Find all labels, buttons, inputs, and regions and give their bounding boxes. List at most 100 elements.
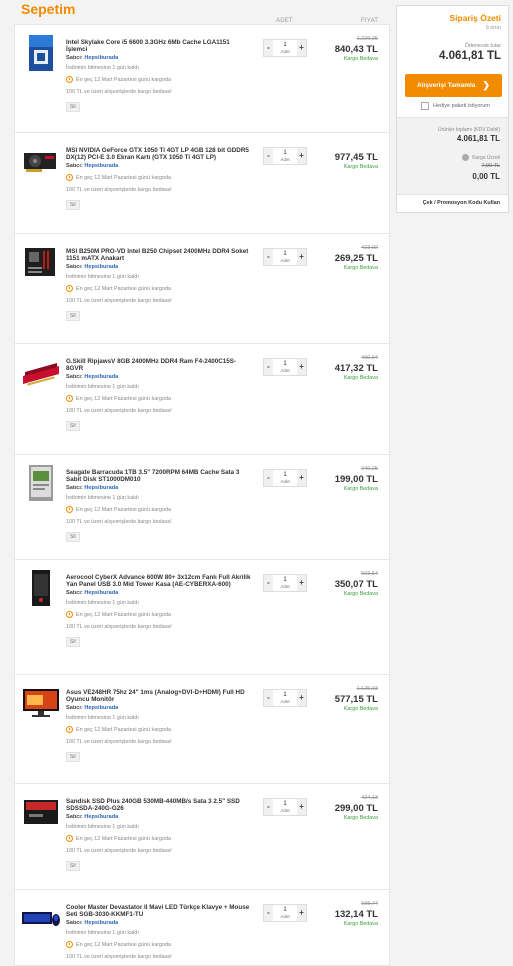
shipping-date: En geç 12 Mart Pazartesi günü kargoda bbox=[66, 941, 252, 949]
delete-button[interactable]: Sil bbox=[66, 752, 80, 763]
clock-icon bbox=[66, 506, 73, 514]
seller-name[interactable]: Hepsiburada bbox=[84, 590, 118, 596]
delete-button[interactable]: Sil bbox=[66, 311, 80, 322]
decrease-quantity-button[interactable]: - bbox=[264, 690, 273, 706]
shipping-date: En geç 12 Mart Pazartesi günü kargoda bbox=[66, 726, 252, 734]
product-name[interactable]: G.Skill RipjawsV 8GB 2400MHz DDR4 Ram F4… bbox=[66, 358, 252, 372]
decrease-quantity-button[interactable]: - bbox=[264, 575, 273, 591]
delete-button[interactable]: Sil bbox=[66, 421, 80, 432]
seller-name[interactable]: Hepsiburada bbox=[84, 374, 118, 380]
seller-name[interactable]: Hepsiburada bbox=[84, 163, 118, 169]
decrease-quantity-button[interactable]: - bbox=[264, 40, 273, 56]
shipping-fee-label-row: Kargo Ücreti bbox=[462, 154, 500, 161]
current-price: 417,32 TL bbox=[334, 363, 378, 374]
price-block: 1.229,25 840,43 TL Kargo Bedava bbox=[335, 36, 378, 62]
increase-quantity-button[interactable]: + bbox=[297, 148, 306, 164]
increase-quantity-button[interactable]: + bbox=[297, 799, 306, 815]
delete-button[interactable]: Sil bbox=[66, 861, 80, 872]
product-name[interactable]: MSI NVIDIA GeForce GTX 1050 Ti 4GT LP 4G… bbox=[66, 147, 252, 161]
ram-stick-icon[interactable] bbox=[21, 352, 61, 392]
seller-label: Satıcı: bbox=[66, 163, 83, 170]
clock-icon bbox=[66, 835, 73, 843]
quantity-value[interactable]: 1 Adet bbox=[273, 40, 297, 56]
quantity-value[interactable]: 1 Adet bbox=[273, 799, 297, 815]
decrease-quantity-button[interactable]: - bbox=[264, 249, 273, 265]
quantity-number: 1 bbox=[283, 692, 287, 698]
motherboard-icon[interactable] bbox=[21, 242, 61, 282]
quantity-number: 1 bbox=[283, 251, 287, 257]
increase-quantity-button[interactable]: + bbox=[297, 470, 306, 486]
quantity-stepper: -1 Adet + bbox=[263, 358, 307, 376]
product-name[interactable]: Intel Skylake Core i5 6600 3.3GHz 6Mb Ca… bbox=[66, 39, 252, 53]
seller-info: Satıcı: Hepsiburada bbox=[66, 590, 252, 596]
seller-info: Satıcı: Hepsiburada bbox=[66, 814, 252, 820]
increase-quantity-button[interactable]: + bbox=[297, 905, 306, 921]
info-icon[interactable] bbox=[462, 154, 470, 161]
old-price: 1.229,25 bbox=[356, 36, 378, 42]
shipping-date-text: En geç 12 Mart Pazartesi günü kargoda bbox=[76, 835, 171, 842]
seller-info: Satıcı: Hepsiburada bbox=[66, 264, 252, 270]
free-shipping-label: Kargo Bedava bbox=[343, 486, 378, 492]
decrease-quantity-button[interactable]: - bbox=[264, 359, 273, 375]
pc-case-icon[interactable] bbox=[21, 568, 61, 608]
quantity-stepper: -1 Adet + bbox=[263, 469, 307, 487]
quantity-stepper: -1 Adet + bbox=[263, 574, 307, 592]
cpu-box-icon[interactable] bbox=[21, 33, 61, 73]
delete-button[interactable]: Sil bbox=[66, 102, 80, 113]
delete-button[interactable]: Sil bbox=[66, 200, 80, 211]
discount-ending-text: İndirimin bitmesine 1 gün kaldı bbox=[66, 495, 139, 502]
increase-quantity-button[interactable]: + bbox=[297, 40, 306, 56]
product-name[interactable]: Aerocool CyberX Advance 600W 80+ 3x12cm … bbox=[66, 574, 252, 588]
seller-label: Satıcı: bbox=[66, 590, 83, 597]
seller-name[interactable]: Hepsiburada bbox=[84, 705, 118, 711]
quantity-value[interactable]: 1 Adet bbox=[273, 148, 297, 164]
seller-label: Satıcı: bbox=[66, 264, 83, 271]
graphics-card-icon[interactable] bbox=[21, 141, 61, 181]
seller-name[interactable]: Hepsiburada bbox=[84, 264, 118, 270]
quantity-value[interactable]: 1 Adet bbox=[273, 470, 297, 486]
seller-name[interactable]: Hepsiburada bbox=[84, 920, 118, 926]
product-name[interactable]: Cooler Master Devastator II Mavi LED Tür… bbox=[66, 904, 252, 918]
product-name[interactable]: MSI B250M PRO-VD Intel B250 Chipset 2400… bbox=[66, 248, 252, 262]
product-name[interactable]: Sandisk SSD Plus 240GB 530MB-440MB/s Sat… bbox=[66, 798, 252, 812]
seller-name[interactable]: Hepsiburada bbox=[84, 814, 118, 820]
current-price: 350,07 TL bbox=[334, 579, 378, 590]
shipping-date: En geç 12 Mart Pazartesi günü kargoda bbox=[66, 76, 252, 84]
delete-button[interactable]: Sil bbox=[66, 637, 80, 648]
shipping-date-text: En geç 12 Mart Pazartesi günü kargoda bbox=[76, 395, 171, 402]
quantity-value[interactable]: 1 Adet bbox=[273, 249, 297, 265]
old-price: 490,94 bbox=[361, 355, 378, 361]
decrease-quantity-button[interactable]: - bbox=[264, 470, 273, 486]
increase-quantity-button[interactable]: + bbox=[297, 690, 306, 706]
price-block: 423,02 269,25 TL Kargo Bedava bbox=[335, 245, 378, 271]
increase-quantity-button[interactable]: + bbox=[297, 249, 306, 265]
gift-wrap-option[interactable]: Hediye paketi istiyorum bbox=[421, 102, 490, 110]
shipping-date-text: En geç 12 Mart Pazartesi günü kargoda bbox=[76, 76, 171, 83]
quantity-value[interactable]: 1 Adet bbox=[273, 359, 297, 375]
monitor-icon[interactable] bbox=[21, 683, 61, 723]
gift-wrap-checkbox[interactable] bbox=[421, 102, 429, 110]
decrease-quantity-button[interactable]: - bbox=[264, 905, 273, 921]
seller-name[interactable]: Hepsiburada bbox=[84, 55, 118, 61]
hard-disk-icon[interactable] bbox=[21, 463, 61, 503]
product-name[interactable]: Seagate Barracuda 1TB 3.5" 7200RPM 64MB … bbox=[66, 469, 252, 483]
shipping-date-text: En geç 12 Mart Pazartesi günü kargoda bbox=[76, 285, 171, 292]
seller-name[interactable]: Hepsiburada bbox=[84, 485, 118, 491]
keyboard-mouse-icon[interactable] bbox=[21, 898, 61, 938]
product-name[interactable]: Asus VE248HR 75hz 24" 1ms (Analog+DVI-D+… bbox=[66, 689, 252, 703]
complete-purchase-button[interactable]: Alışverişi Tamamla ❯ bbox=[405, 74, 502, 97]
quantity-value[interactable]: 1 Adet bbox=[273, 690, 297, 706]
quantity-number: 1 bbox=[283, 577, 287, 583]
quantity-number: 1 bbox=[283, 361, 287, 367]
quantity-value[interactable]: 1 Adet bbox=[273, 905, 297, 921]
promo-code-link[interactable]: Çek / Promosyon Kodu Kullan bbox=[423, 200, 500, 206]
cart-item: G.Skill RipjawsV 8GB 2400MHz DDR4 Ram F4… bbox=[15, 344, 389, 455]
increase-quantity-button[interactable]: + bbox=[297, 359, 306, 375]
delete-button[interactable]: Sil bbox=[66, 532, 80, 543]
quantity-value[interactable]: 1 Adet bbox=[273, 575, 297, 591]
ssd-icon[interactable] bbox=[21, 792, 61, 832]
increase-quantity-button[interactable]: + bbox=[297, 575, 306, 591]
decrease-quantity-button[interactable]: - bbox=[264, 799, 273, 815]
decrease-quantity-button[interactable]: - bbox=[264, 148, 273, 164]
free-shipping-label: Kargo Bedava bbox=[343, 591, 378, 597]
